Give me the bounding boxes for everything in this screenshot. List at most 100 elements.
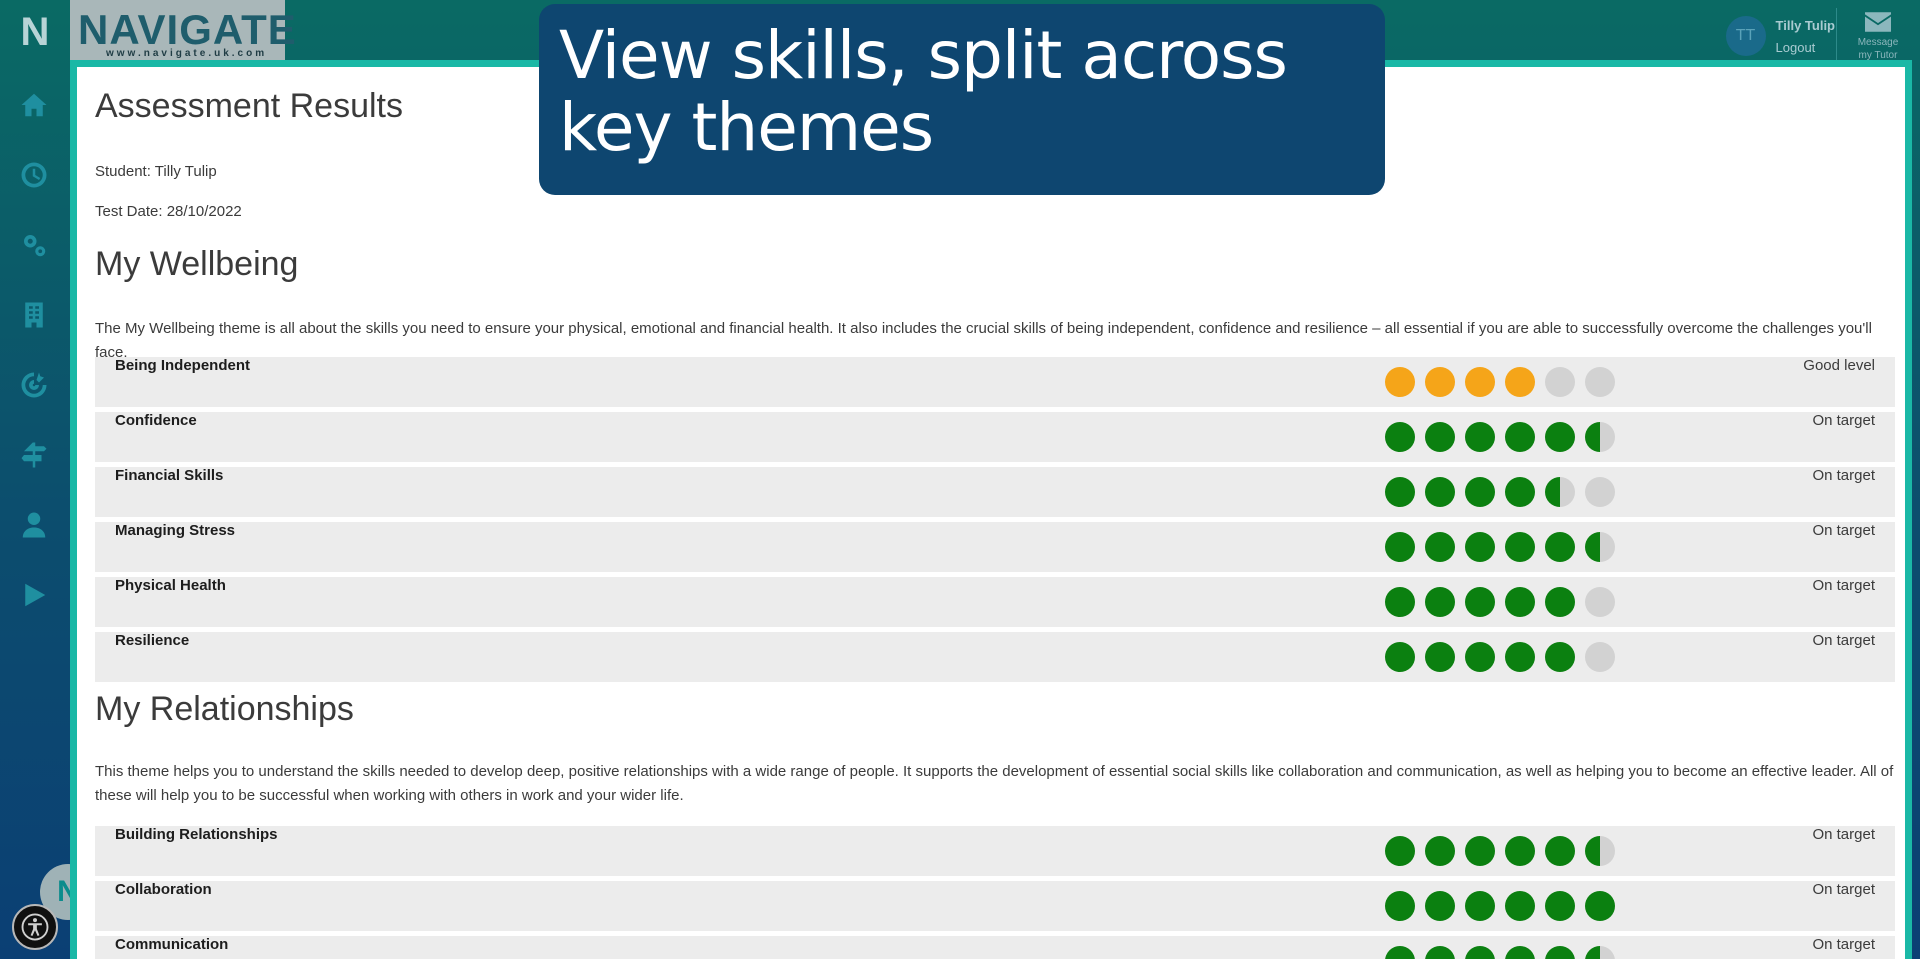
rail-logo[interactable]: N [18, 12, 52, 52]
rating-dot [1505, 642, 1535, 672]
logout-link[interactable]: Logout [1776, 40, 1835, 55]
skill-level: On target [1812, 577, 1875, 594]
rating-dot [1585, 477, 1615, 507]
message-label-1: Message [1857, 37, 1899, 48]
rating-dot [1585, 532, 1615, 562]
left-sidebar: N N 10 [0, 0, 108, 959]
skill-rating [1385, 946, 1615, 959]
description-line: This theme helps you to understand the s… [95, 763, 1894, 780]
rating-dot [1385, 587, 1415, 617]
skill-rating [1385, 532, 1615, 562]
play-icon[interactable] [17, 578, 51, 612]
rating-dot [1465, 836, 1495, 866]
home-icon[interactable] [17, 88, 51, 122]
rating-dot [1465, 532, 1495, 562]
rating-dot [1505, 477, 1535, 507]
clock-icon[interactable] [17, 158, 51, 192]
rating-dot [1425, 422, 1455, 452]
rating-dot [1585, 642, 1615, 672]
rating-dot [1505, 587, 1535, 617]
skill-level: On target [1812, 936, 1875, 953]
rating-dot [1385, 946, 1415, 959]
user-name: Tilly Tulip [1775, 18, 1835, 33]
caption-line: View skills, split across [559, 17, 1288, 94]
rating-dot [1585, 946, 1615, 959]
skill-level: On target [1812, 881, 1875, 898]
skill-row: Building Relationships On target [95, 826, 1895, 876]
rating-dot [1505, 836, 1535, 866]
brand-logo[interactable]: NAVIGATE www.navigate.uk.com [70, 0, 296, 60]
rating-dot [1465, 477, 1495, 507]
rating-dot [1385, 367, 1415, 397]
rating-dot [1425, 946, 1455, 959]
skill-level: On target [1812, 412, 1875, 429]
rating-dot [1465, 642, 1495, 672]
rating-dot [1545, 477, 1575, 507]
rating-dot [1465, 367, 1495, 397]
skill-rating [1385, 642, 1615, 672]
skill-rating [1385, 891, 1615, 921]
message-tutor-button[interactable]: Message my Tutor [1856, 12, 1900, 62]
skill-name: Building Relationships [115, 826, 278, 843]
signpost-icon[interactable] [17, 438, 51, 472]
brand-name: NAVIGATE [78, 6, 297, 53]
rating-dot [1425, 836, 1455, 866]
page-title: Assessment Results [95, 87, 403, 125]
skill-name: Physical Health [115, 577, 226, 594]
rating-dot [1545, 946, 1575, 959]
skill-row: Managing Stress On target [95, 522, 1895, 572]
rating-dot [1385, 642, 1415, 672]
rating-dot [1585, 891, 1615, 921]
rating-dot [1465, 422, 1495, 452]
rating-dot [1385, 422, 1415, 452]
user-icon[interactable] [17, 508, 51, 542]
skill-row: Communication On target [95, 936, 1895, 959]
rating-dot [1425, 367, 1455, 397]
rating-dot [1585, 587, 1615, 617]
skill-level: Good level [1803, 357, 1875, 374]
section-title-relationships: My Relationships [95, 690, 354, 728]
caption-overlay: View skills, split across key themes [539, 4, 1385, 195]
skill-name: Communication [115, 936, 229, 953]
rating-dot [1585, 422, 1615, 452]
rating-dot [1545, 367, 1575, 397]
rating-dot [1425, 642, 1455, 672]
caption-line: key themes [559, 89, 934, 166]
accessibility-icon[interactable] [12, 904, 58, 950]
rating-dot [1425, 532, 1455, 562]
gears-icon[interactable] [17, 228, 51, 262]
building-icon[interactable] [17, 298, 51, 332]
skill-row: Confidence On target [95, 412, 1895, 462]
section-title-wellbeing: My Wellbeing [95, 245, 299, 283]
rating-dot [1545, 891, 1575, 921]
avatar[interactable]: TT [1725, 16, 1766, 56]
skill-level: On target [1812, 632, 1875, 649]
target-icon[interactable] [17, 368, 51, 402]
rating-dot [1545, 836, 1575, 866]
rating-dot [1385, 891, 1415, 921]
rating-dot [1425, 477, 1455, 507]
skill-row: Being Independent Good level [95, 357, 1895, 407]
skill-level: On target [1812, 826, 1875, 843]
skill-name: Confidence [115, 412, 197, 429]
rating-dot [1545, 642, 1575, 672]
user-menu[interactable]: TT Tilly Tulip Logout [1725, 14, 1835, 58]
skill-name: Being Independent [115, 357, 250, 374]
skill-rating [1385, 587, 1615, 617]
brand-url: www.navigate.uk.com [106, 48, 268, 59]
skill-rating [1385, 836, 1615, 866]
rating-dot [1505, 946, 1535, 959]
rating-dot [1545, 532, 1575, 562]
envelope-icon [1865, 12, 1891, 32]
rating-dot [1385, 532, 1415, 562]
description-line: these will help you to be successful whe… [95, 787, 684, 804]
skill-rating [1385, 422, 1615, 452]
skill-level: On target [1812, 467, 1875, 484]
header-divider [1836, 8, 1837, 60]
skill-rating [1385, 367, 1615, 397]
rating-dot [1545, 422, 1575, 452]
skill-name: Resilience [115, 632, 190, 649]
rating-dot [1505, 422, 1535, 452]
skill-row: Financial Skills On target [95, 467, 1895, 517]
rating-dot [1465, 587, 1495, 617]
